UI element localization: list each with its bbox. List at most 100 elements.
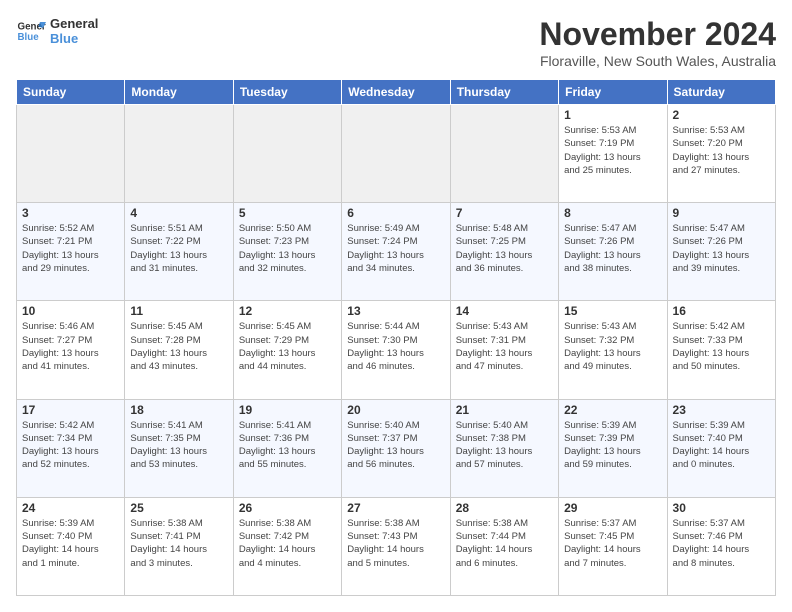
day-number: 28	[456, 501, 553, 515]
day-number: 7	[456, 206, 553, 220]
calendar-day-cell: 15Sunrise: 5:43 AMSunset: 7:32 PMDayligh…	[559, 301, 667, 399]
day-number: 4	[130, 206, 227, 220]
calendar-day-cell: 8Sunrise: 5:47 AMSunset: 7:26 PMDaylight…	[559, 203, 667, 301]
weekday-header: Sunday	[17, 80, 125, 105]
weekday-header: Thursday	[450, 80, 558, 105]
calendar-week-row: 24 Sunrise: 5:39 AMSunset: 7:40 PMDayligh…	[17, 497, 776, 595]
day-number: 24	[22, 501, 119, 515]
day-info: Sunrise: 5:41 AMSunset: 7:35 PMDaylight:…	[130, 419, 227, 472]
day-info: Sunrise: 5:50 AMSunset: 7:23 PMDaylight:…	[239, 222, 336, 275]
calendar-day-cell: 1 Sunrise: 5:53 AMSunset: 7:19 PMDaylight…	[559, 105, 667, 203]
day-number: 30	[673, 501, 770, 515]
weekday-header: Wednesday	[342, 80, 450, 105]
day-info: Sunrise: 5:38 AMSunset: 7:44 PMDaylight:…	[456, 517, 553, 570]
day-number: 13	[347, 304, 444, 318]
day-number: 10	[22, 304, 119, 318]
calendar-table: SundayMondayTuesdayWednesdayThursdayFrid…	[16, 79, 776, 596]
day-number: 19	[239, 403, 336, 417]
calendar-day-cell: 16 Sunrise: 5:42 AMSunset: 7:33 PMDayligh…	[667, 301, 775, 399]
day-info: Sunrise: 5:42 AMSunset: 7:33 PMDaylight:…	[673, 320, 770, 373]
logo: General Blue General Blue	[16, 16, 98, 46]
calendar-day-cell: 7 Sunrise: 5:48 AMSunset: 7:25 PMDaylight…	[450, 203, 558, 301]
day-info: Sunrise: 5:46 AMSunset: 7:27 PMDaylight:…	[22, 320, 119, 373]
day-info: Sunrise: 5:42 AMSunset: 7:34 PMDaylight:…	[22, 419, 119, 472]
day-info: Sunrise: 5:43 AMSunset: 7:31 PMDaylight:…	[456, 320, 553, 373]
day-info: Sunrise: 5:45 AMSunset: 7:29 PMDaylight:…	[239, 320, 336, 373]
calendar-day-cell: 10 Sunrise: 5:46 AMSunset: 7:27 PMDayligh…	[17, 301, 125, 399]
day-info: Sunrise: 5:45 AMSunset: 7:28 PMDaylight:…	[130, 320, 227, 373]
calendar-day-cell: 5 Sunrise: 5:50 AMSunset: 7:23 PMDaylight…	[233, 203, 341, 301]
day-info: Sunrise: 5:51 AMSunset: 7:22 PMDaylight:…	[130, 222, 227, 275]
logo-blue-text: Blue	[50, 31, 98, 46]
day-number: 5	[239, 206, 336, 220]
calendar-day-cell: 24 Sunrise: 5:39 AMSunset: 7:40 PMDayligh…	[17, 497, 125, 595]
calendar-day-cell	[125, 105, 233, 203]
calendar-day-cell: 13 Sunrise: 5:44 AMSunset: 7:30 PMDayligh…	[342, 301, 450, 399]
day-number: 17	[22, 403, 119, 417]
day-number: 2	[673, 108, 770, 122]
weekday-header: Friday	[559, 80, 667, 105]
day-number: 18	[130, 403, 227, 417]
day-number: 29	[564, 501, 661, 515]
day-number: 1	[564, 108, 661, 122]
title-block: November 2024 Floraville, New South Wale…	[539, 16, 776, 69]
location: Floraville, New South Wales, Australia	[539, 53, 776, 69]
calendar-day-cell: 2 Sunrise: 5:53 AMSunset: 7:20 PMDaylight…	[667, 105, 775, 203]
day-number: 23	[673, 403, 770, 417]
calendar-day-cell: 3 Sunrise: 5:52 AMSunset: 7:21 PMDaylight…	[17, 203, 125, 301]
day-info: Sunrise: 5:39 AMSunset: 7:40 PMDaylight:…	[22, 517, 119, 570]
calendar-day-cell: 6 Sunrise: 5:49 AMSunset: 7:24 PMDaylight…	[342, 203, 450, 301]
logo-general-text: General	[50, 16, 98, 31]
day-number: 3	[22, 206, 119, 220]
day-info: Sunrise: 5:37 AMSunset: 7:46 PMDaylight:…	[673, 517, 770, 570]
day-info: Sunrise: 5:37 AMSunset: 7:45 PMDaylight:…	[564, 517, 661, 570]
day-info: Sunrise: 5:48 AMSunset: 7:25 PMDaylight:…	[456, 222, 553, 275]
day-number: 21	[456, 403, 553, 417]
calendar-day-cell	[450, 105, 558, 203]
page: General Blue General Blue November 2024 …	[0, 0, 792, 612]
day-number: 6	[347, 206, 444, 220]
calendar-day-cell: 20Sunrise: 5:40 AMSunset: 7:37 PMDayligh…	[342, 399, 450, 497]
day-info: Sunrise: 5:38 AMSunset: 7:41 PMDaylight:…	[130, 517, 227, 570]
day-info: Sunrise: 5:53 AMSunset: 7:19 PMDaylight:…	[564, 124, 661, 177]
day-number: 11	[130, 304, 227, 318]
calendar-day-cell: 23 Sunrise: 5:39 AMSunset: 7:40 PMDayligh…	[667, 399, 775, 497]
day-number: 26	[239, 501, 336, 515]
day-number: 22	[564, 403, 661, 417]
day-info: Sunrise: 5:47 AMSunset: 7:26 PMDaylight:…	[673, 222, 770, 275]
calendar-day-cell: 14 Sunrise: 5:43 AMSunset: 7:31 PMDayligh…	[450, 301, 558, 399]
day-number: 12	[239, 304, 336, 318]
calendar-day-cell: 25 Sunrise: 5:38 AMSunset: 7:41 PMDayligh…	[125, 497, 233, 595]
weekday-header: Monday	[125, 80, 233, 105]
calendar-day-cell: 30 Sunrise: 5:37 AMSunset: 7:46 PMDayligh…	[667, 497, 775, 595]
day-info: Sunrise: 5:39 AMSunset: 7:40 PMDaylight:…	[673, 419, 770, 472]
calendar-day-cell: 27 Sunrise: 5:38 AMSunset: 7:43 PMDayligh…	[342, 497, 450, 595]
calendar-day-cell	[233, 105, 341, 203]
month-title: November 2024	[539, 16, 776, 53]
day-info: Sunrise: 5:38 AMSunset: 7:43 PMDaylight:…	[347, 517, 444, 570]
day-info: Sunrise: 5:53 AMSunset: 7:20 PMDaylight:…	[673, 124, 770, 177]
logo-icon: General Blue	[16, 16, 46, 46]
day-info: Sunrise: 5:52 AMSunset: 7:21 PMDaylight:…	[22, 222, 119, 275]
day-number: 16	[673, 304, 770, 318]
calendar-day-cell: 22 Sunrise: 5:39 AMSunset: 7:39 PMDayligh…	[559, 399, 667, 497]
day-number: 9	[673, 206, 770, 220]
day-number: 15	[564, 304, 661, 318]
calendar-week-row: 1 Sunrise: 5:53 AMSunset: 7:19 PMDaylight…	[17, 105, 776, 203]
day-number: 25	[130, 501, 227, 515]
day-number: 20	[347, 403, 444, 417]
day-info: Sunrise: 5:44 AMSunset: 7:30 PMDaylight:…	[347, 320, 444, 373]
day-number: 27	[347, 501, 444, 515]
day-number: 14	[456, 304, 553, 318]
day-number: 8	[564, 206, 661, 220]
calendar-day-cell: 26Sunrise: 5:38 AMSunset: 7:42 PMDayligh…	[233, 497, 341, 595]
calendar-header-row: SundayMondayTuesdayWednesdayThursdayFrid…	[17, 80, 776, 105]
header: General Blue General Blue November 2024 …	[16, 16, 776, 69]
day-info: Sunrise: 5:41 AMSunset: 7:36 PMDaylight:…	[239, 419, 336, 472]
calendar-day-cell	[342, 105, 450, 203]
day-info: Sunrise: 5:39 AMSunset: 7:39 PMDaylight:…	[564, 419, 661, 472]
calendar-day-cell: 4 Sunrise: 5:51 AMSunset: 7:22 PMDaylight…	[125, 203, 233, 301]
svg-text:Blue: Blue	[18, 32, 40, 43]
calendar-day-cell: 19 Sunrise: 5:41 AMSunset: 7:36 PMDayligh…	[233, 399, 341, 497]
day-info: Sunrise: 5:49 AMSunset: 7:24 PMDaylight:…	[347, 222, 444, 275]
